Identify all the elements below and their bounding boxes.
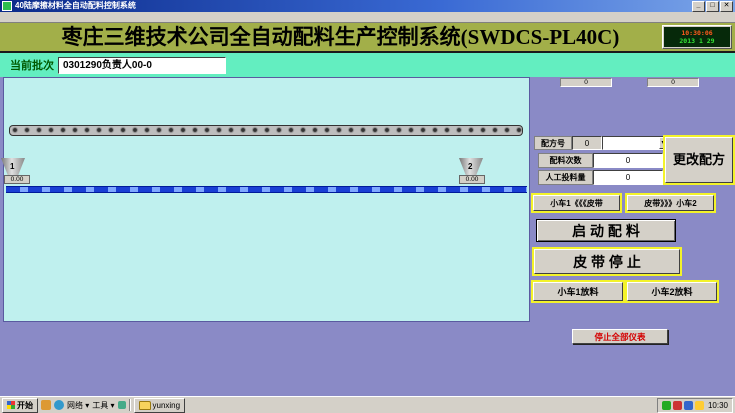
clock-display: 10:30:06 2013 1 29 bbox=[662, 25, 732, 49]
stop-all-meters-button[interactable]: 停止全部仪表 bbox=[572, 329, 668, 344]
times-value[interactable]: 0 bbox=[593, 153, 663, 168]
window-titlebar: 40陆摩擦材料全自动配料控制系统 _ □ ✕ bbox=[0, 0, 735, 12]
current-batch-label: 当前批次 bbox=[10, 57, 54, 73]
feed-pipe bbox=[6, 186, 527, 193]
recipe-no-value: 0 bbox=[572, 136, 602, 150]
process-area: 1 0.00 2 0.00 bbox=[3, 77, 530, 322]
clock-date: 2013 1 29 bbox=[679, 37, 714, 45]
recipe-combo[interactable]: ▾ bbox=[602, 136, 668, 150]
batch-counter-1: 0 bbox=[560, 78, 612, 87]
tray-icon[interactable] bbox=[695, 401, 704, 410]
taskbar: 开始 网络 ▾ 工具 ▾ yunxing 10:30 bbox=[0, 396, 735, 413]
car1-number: 1 bbox=[10, 162, 14, 171]
times-label: 配料次数 bbox=[538, 153, 593, 168]
recipe-no-label: 配方号 bbox=[534, 136, 572, 150]
tray-icon[interactable] bbox=[673, 401, 682, 410]
conveyor-belt bbox=[9, 125, 523, 136]
taskbar-separator bbox=[129, 399, 131, 411]
windows-logo-icon bbox=[7, 401, 15, 409]
window-title: 40陆摩擦材料全自动配料控制系统 bbox=[15, 0, 691, 12]
manual-feed-label: 人工投料量 bbox=[538, 170, 593, 185]
folder-icon bbox=[139, 401, 151, 410]
page-title: 枣庄三维技术公司全自动配料生产控制系统(SWDCS-PL40C) bbox=[30, 23, 651, 51]
taskbar-toolbar-net[interactable]: 网络 ▾ bbox=[67, 400, 89, 411]
banner: 枣庄三维技术公司全自动配料生产控制系统(SWDCS-PL40C) 10:30:0… bbox=[0, 23, 735, 53]
control-panel: 0 0 配方号 0 ▾ 配料次数 0 人工投料量 0 更改配方 小车1《《《皮带… bbox=[530, 77, 735, 396]
tray-clock: 10:30 bbox=[708, 401, 728, 410]
belt-to-car2-button[interactable]: 皮带》》》小车2 bbox=[627, 195, 714, 211]
tray-icon[interactable] bbox=[684, 401, 693, 410]
car1-discharge-button[interactable]: 小车1放料 bbox=[533, 282, 623, 301]
car1-to-belt-button[interactable]: 小车1《《《皮带 bbox=[533, 195, 620, 211]
batch-counter-2: 0 bbox=[647, 78, 699, 87]
minimize-button[interactable]: _ bbox=[692, 1, 705, 12]
manual-feed-value[interactable]: 0 bbox=[593, 170, 663, 185]
system-tray: 10:30 bbox=[657, 398, 733, 413]
quicklaunch-icon[interactable] bbox=[41, 400, 51, 410]
start-menu-button[interactable]: 开始 bbox=[2, 398, 38, 413]
folder-toolbar[interactable]: yunxing bbox=[134, 398, 186, 413]
menu-bar bbox=[0, 12, 735, 23]
car2-weight: 0.00 bbox=[459, 175, 485, 184]
current-batch-input[interactable]: 0301290负责人00-0 bbox=[58, 57, 226, 74]
app-icon bbox=[2, 1, 12, 11]
screen: 40陆摩擦材料全自动配料控制系统 _ □ ✕ 枣庄三维技术公司全自动配料生产控制… bbox=[0, 0, 735, 413]
quicklaunch-icon[interactable] bbox=[118, 401, 126, 409]
workspace: 1 0.00 2 0.00 0 0 配方号 0 ▾ bbox=[0, 77, 735, 396]
car2-number: 2 bbox=[468, 162, 472, 171]
nav-row: 当前批次 0301290负责人00-0 bbox=[0, 53, 735, 77]
taskbar-toolbar-tools[interactable]: 工具 ▾ bbox=[92, 400, 114, 411]
car2-discharge-button[interactable]: 小车2放料 bbox=[627, 282, 717, 301]
change-recipe-button[interactable]: 更改配方 bbox=[665, 137, 733, 183]
car1-weight: 0.00 bbox=[4, 175, 30, 184]
tray-icon[interactable] bbox=[662, 401, 671, 410]
quicklaunch-icon[interactable] bbox=[54, 400, 64, 410]
close-button[interactable]: ✕ bbox=[720, 1, 733, 12]
start-batching-button[interactable]: 启 动 配 料 bbox=[536, 219, 676, 242]
belt-stop-button[interactable]: 皮 带 停 止 bbox=[534, 249, 680, 274]
clock-time: 10:30:06 bbox=[681, 29, 712, 37]
maximize-button[interactable]: □ bbox=[706, 1, 719, 12]
